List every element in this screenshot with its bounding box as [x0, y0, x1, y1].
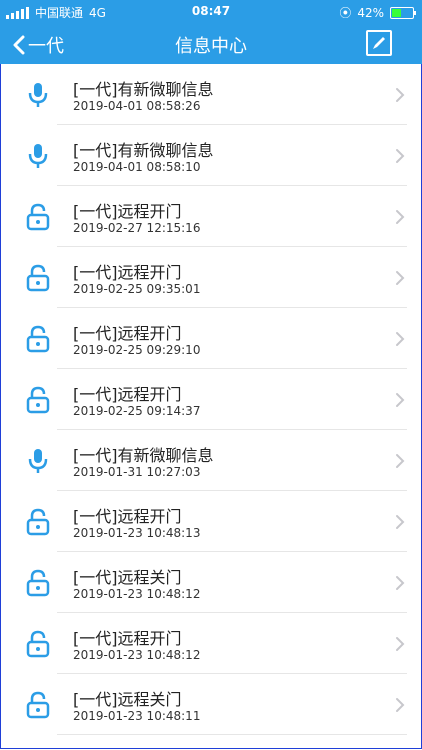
list-item[interactable]: [一代]远程开门 2019-02-25 09:14:37	[1, 369, 421, 430]
message-title: [一代]远程开门	[73, 202, 182, 221]
lock-icon	[25, 691, 51, 719]
message-time: 2019-02-25 09:14:37	[73, 404, 201, 418]
message-time: 2019-04-01 08:58:10	[73, 160, 201, 174]
message-title: [一代]远程开门	[73, 385, 182, 404]
lock-icon	[25, 325, 51, 353]
rotation-lock-icon: ⦿	[339, 6, 352, 20]
lock-icon	[25, 569, 51, 597]
chevron-right-icon	[396, 576, 405, 590]
microphone-icon	[25, 447, 51, 475]
microphone-icon	[25, 81, 51, 109]
message-title: [一代]有新微聊信息	[73, 80, 214, 99]
message-time: 2019-01-23 10:48:11	[73, 709, 201, 723]
message-title: [一代]有新微聊信息	[73, 446, 214, 465]
chevron-right-icon	[396, 637, 405, 651]
chevron-right-icon	[396, 393, 405, 407]
divider	[57, 734, 407, 735]
list-item[interactable]: [一代]远程关门 2019-01-23 10:48:12	[1, 552, 421, 613]
edit-button[interactable]	[366, 30, 392, 56]
message-title: [一代]远程开门	[73, 324, 182, 343]
status-right: ⦿ 42%	[339, 4, 416, 21]
message-time: 2019-01-23 10:48:12	[73, 648, 201, 662]
message-list: [一代]有新微聊信息 2019-04-01 08:58:26 [一代]有新微聊信…	[0, 64, 422, 749]
lock-icon	[25, 264, 51, 292]
message-time: 2019-01-23 10:48:12	[73, 587, 201, 601]
message-title: [一代]远程开门	[73, 263, 182, 282]
message-title: [一代]远程关门	[73, 690, 182, 709]
message-title: [一代]远程开门	[73, 629, 182, 648]
message-time: 2019-04-01 08:58:26	[73, 99, 201, 113]
chevron-right-icon	[396, 454, 405, 468]
list-item[interactable]: [一代]有新微聊信息 2019-04-01 08:58:10	[1, 125, 421, 186]
list-item[interactable]: [一代]远程关门 2019-01-23 10:48:11	[1, 674, 421, 735]
microphone-icon	[25, 142, 51, 170]
message-time: 2019-02-25 09:35:01	[73, 282, 201, 296]
lock-icon	[25, 508, 51, 536]
battery-label: 42%	[357, 5, 384, 20]
message-time: 2019-02-25 09:29:10	[73, 343, 201, 357]
message-time: 2019-01-23 10:48:13	[73, 526, 201, 540]
message-time: 2019-02-27 12:15:16	[73, 221, 201, 235]
chevron-right-icon	[396, 149, 405, 163]
lock-icon	[25, 386, 51, 414]
chevron-right-icon	[396, 515, 405, 529]
battery-icon	[390, 6, 416, 19]
list-item[interactable]: [一代]远程开门 2019-02-25 09:35:01	[1, 247, 421, 308]
message-time: 2019-01-31 10:27:03	[73, 465, 201, 479]
message-title: [一代]有新微聊信息	[73, 141, 214, 160]
list-item[interactable]: [一代]有新微聊信息 2019-01-31 10:27:03	[1, 430, 421, 491]
message-title: [一代]远程开门	[73, 507, 182, 526]
lock-icon	[25, 630, 51, 658]
pencil-icon	[373, 37, 385, 49]
list-item[interactable]: [一代]远程开门 2019-01-23 10:48:12	[1, 613, 421, 674]
list-item[interactable]: [一代]远程开门 2019-01-23 10:48:13	[1, 491, 421, 552]
page-title: 信息中心	[175, 36, 247, 57]
navigation-bar: 一代 信息中心	[0, 24, 422, 64]
chevron-right-icon	[396, 210, 405, 224]
list-item[interactable]: [一代]远程开门 2019-02-25 09:29:10	[1, 308, 421, 369]
chevron-right-icon	[396, 698, 405, 712]
chevron-right-icon	[396, 88, 405, 102]
list-item[interactable]: [一代]有新微聊信息 2019-04-01 08:58:26	[1, 64, 421, 125]
chevron-right-icon	[396, 271, 405, 285]
lock-icon	[25, 203, 51, 231]
message-title: [一代]远程关门	[73, 568, 182, 587]
list-item[interactable]: [一代]远程开门 2019-02-27 12:15:16	[1, 186, 421, 247]
chevron-right-icon	[396, 332, 405, 346]
status-bar: 中国联通 4G 08:47 ⦿ 42%	[0, 0, 422, 24]
